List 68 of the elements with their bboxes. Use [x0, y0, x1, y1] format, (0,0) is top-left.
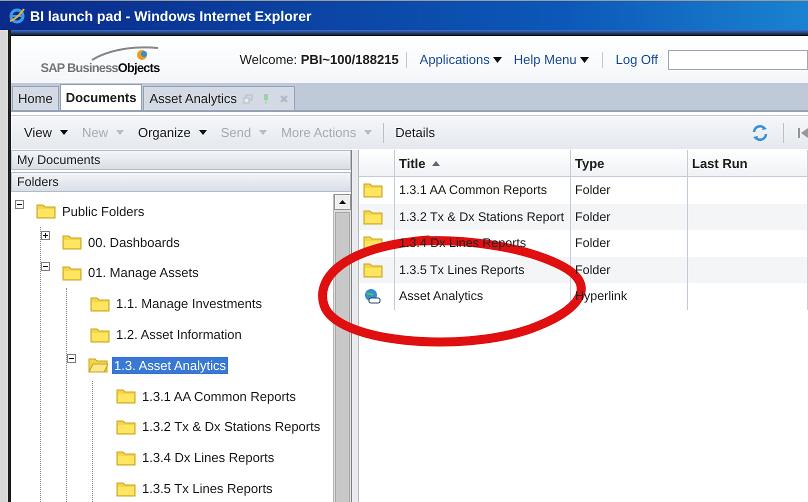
- folder-icon: [363, 208, 383, 225]
- collapse-toggle[interactable]: [67, 354, 76, 363]
- window-title: BI launch pad - Windows Internet Explorer: [30, 8, 312, 24]
- tab[interactable]: Home: [12, 86, 59, 110]
- table-cell: Folder: [575, 236, 610, 250]
- tree-item[interactable]: 1.3.4 Dx Lines Reports: [140, 449, 276, 466]
- tab[interactable]: Documents: [60, 84, 142, 110]
- menu-link[interactable]: Help Menu: [508, 52, 595, 67]
- menu-link[interactable]: Applications: [414, 52, 508, 67]
- tree-item[interactable]: 1.2. Asset Information: [114, 326, 244, 344]
- welcome-text: Welcome: PBI~100/188215: [240, 52, 399, 67]
- table-cell: Folder: [575, 183, 610, 198]
- expand-toggle[interactable]: [41, 230, 50, 240]
- folder-icon: [36, 203, 56, 220]
- caret-icon: [580, 56, 589, 62]
- logo: SAP BusinessObjects: [25, 44, 160, 74]
- table-row[interactable]: 1.3.2 Tx & Dx Stations Report Folder: [359, 204, 808, 230]
- refresh-icon[interactable]: [751, 124, 769, 140]
- sort-ascending-icon: [432, 160, 440, 166]
- caret-icon: [364, 130, 372, 135]
- section-header[interactable]: Folders: [11, 172, 352, 192]
- toolbar-button[interactable]: View: [17, 125, 75, 140]
- folder-icon: [363, 262, 383, 278]
- toolbar-button[interactable]: Details: [388, 125, 442, 140]
- scroll-up-icon[interactable]: [339, 200, 346, 204]
- tree-item[interactable]: Public Folders: [60, 202, 146, 220]
- collapse-toggle[interactable]: [15, 200, 24, 209]
- table-cell[interactable]: 1.3.1 AA Common Reports: [399, 183, 547, 198]
- search-field[interactable]: [668, 50, 808, 70]
- table-cell[interactable]: 1.3.2 Tx & Dx Stations Report: [399, 210, 564, 224]
- caret-icon: [259, 130, 268, 135]
- folder-icon: [116, 388, 136, 404]
- table-cell[interactable]: 1.3.5 Tx Lines Reports: [399, 262, 525, 277]
- folder-icon: [116, 418, 136, 435]
- folder-icon: [62, 234, 82, 250]
- tree-item[interactable]: 01. Manage Assets: [86, 264, 201, 282]
- globe-link-icon: [363, 288, 381, 304]
- open-folder-icon: [88, 357, 108, 374]
- section-header[interactable]: My Documents: [11, 150, 352, 170]
- scrollbar[interactable]: [333, 194, 352, 502]
- table-row[interactable]: 1.3.5 Tx Lines Reports Folder: [359, 256, 808, 283]
- column-header[interactable]: Last Run: [688, 150, 808, 176]
- collapse-toggle[interactable]: [41, 262, 50, 271]
- caret-icon: [116, 130, 124, 135]
- tree-item[interactable]: 1.3.2 Tx & Dx Stations Reports: [140, 418, 322, 436]
- caret-icon: [492, 56, 502, 62]
- first-page-icon[interactable]: [798, 126, 808, 138]
- folder-icon: [62, 264, 82, 281]
- folder-icon: [363, 182, 383, 198]
- column-header[interactable]: Title: [395, 150, 571, 176]
- folder-icon: [116, 480, 136, 497]
- folder-icon: [116, 450, 136, 466]
- tree-item[interactable]: 1.1. Manage Investments: [114, 295, 264, 312]
- column-header[interactable]: Type: [571, 150, 688, 176]
- folder-icon: [90, 326, 110, 343]
- tree-item[interactable]: 1.3. Asset Analytics: [112, 356, 228, 374]
- toolbar-button[interactable]: Organize: [130, 125, 214, 140]
- table-cell: Folder: [575, 210, 610, 224]
- table-cell[interactable]: Asset Analytics: [399, 289, 484, 304]
- table-cell: Folder: [575, 262, 610, 277]
- caret-icon: [60, 130, 68, 135]
- caret-icon: [198, 130, 207, 135]
- tree-item[interactable]: 00. Dashboards: [86, 234, 182, 251]
- tree-item[interactable]: 1.3.5 Tx Lines Reports: [140, 480, 275, 498]
- browser-logo-icon: [8, 6, 26, 24]
- tree-item[interactable]: 1.3.1 AA Common Reports: [140, 388, 298, 405]
- menu-link[interactable]: Log Off: [610, 52, 664, 67]
- folder-icon: [90, 296, 110, 312]
